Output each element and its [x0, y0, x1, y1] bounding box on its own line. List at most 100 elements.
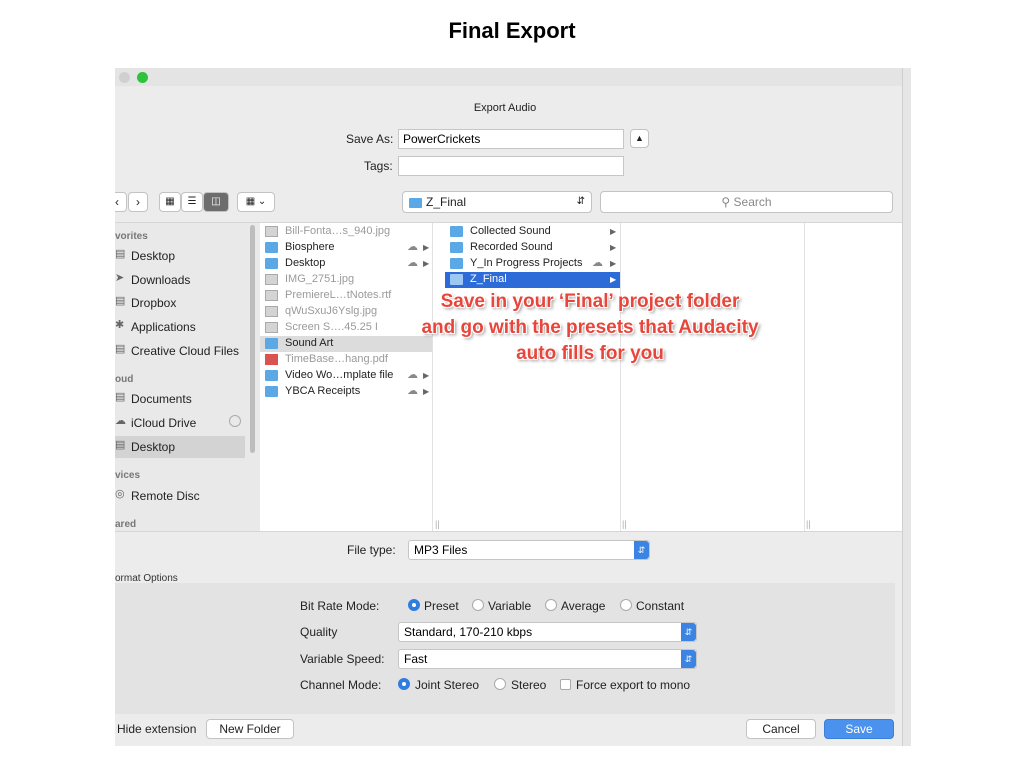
disclosure-arrow-icon: ▶ [423, 371, 430, 380]
progress-pie-icon [229, 415, 241, 427]
sidebar-item-label: iCloud Drive [131, 416, 197, 430]
location-label: Z_Final [426, 195, 467, 209]
hide-extension-toggle[interactable]: Hide extension [117, 722, 196, 736]
preset-radio[interactable] [408, 599, 420, 611]
file-name: TimeBase…hang.pdf [285, 353, 388, 365]
minimize-button[interactable] [119, 72, 130, 83]
window-titlebar [115, 68, 910, 86]
image-file-icon [265, 322, 278, 333]
file-name: Y_In Progress Projects [470, 257, 583, 269]
updown-chevron-icon: ⇵ [634, 541, 649, 559]
average-label: Average [561, 599, 606, 613]
file-type-select[interactable]: MP3 Files ⇵ [408, 540, 650, 560]
folder-icon [265, 338, 278, 349]
sidebar-item-dropbox[interactable]: ▤ Dropbox [115, 292, 245, 314]
file-name: PremiereL…tNotes.rtf [285, 289, 392, 301]
variable-speed-value: Fast [404, 652, 428, 666]
sidebar-item-label: Desktop [131, 440, 176, 454]
location-popup[interactable]: Z_Final ⇵ [402, 191, 592, 213]
stereo-label: Stereo [511, 678, 547, 692]
list-view-button[interactable]: ☰ [181, 192, 203, 212]
folder-icon [265, 370, 278, 381]
sidebar-item-label: Creative Cloud Files [131, 344, 240, 358]
dropbox-folder-icon: ▤ [115, 295, 126, 307]
column-resize-handle[interactable]: || [806, 519, 811, 529]
bottom-bar: Hide extension New Folder Cancel Save [115, 714, 910, 746]
document-icon [265, 290, 278, 301]
chevron-up-icon: ▲ [635, 133, 644, 143]
icon-view-button[interactable]: ▦ [159, 192, 181, 212]
favorites-header: vorites [115, 231, 148, 242]
disclosure-arrow-icon: ▶ [423, 259, 430, 268]
image-file-icon [265, 226, 278, 237]
column-resize-handle[interactable]: || [435, 519, 440, 529]
list-item[interactable]: Desktop ☁ ▶ [260, 256, 432, 272]
sidebar-item-downloads[interactable]: ➤ Downloads [115, 269, 245, 291]
list-item[interactable]: IMG_2751.jpg [260, 272, 432, 288]
new-folder-button[interactable]: New Folder [206, 719, 294, 739]
sidebar-item-applications[interactable]: ✱ Applications [115, 316, 245, 338]
save-as-input[interactable]: PowerCrickets [398, 129, 624, 149]
stereo-radio[interactable] [494, 678, 506, 690]
slide-title: Final Export [448, 18, 576, 43]
list-item[interactable]: Y_In Progress Projects ☁ ▶ [445, 256, 620, 272]
cloud-download-icon: ☁ [407, 241, 418, 253]
quality-label: Quality [300, 625, 338, 639]
save-button[interactable]: Save [824, 719, 894, 739]
sidebar-item-label: Documents [131, 392, 192, 406]
file-name: Sound Art [285, 337, 334, 349]
sidebar-item-label: Downloads [131, 273, 191, 287]
sidebar-item-remote-disc[interactable]: ◎ Remote Disc [115, 485, 245, 507]
joint-stereo-radio[interactable] [398, 678, 410, 690]
sidebar-item-desktop-cloud[interactable]: ▤ Desktop [115, 436, 245, 458]
list-item[interactable]: Biosphere ☁ ▶ [260, 240, 432, 256]
sidebar-item-documents[interactable]: ▤ Documents [115, 388, 245, 410]
collapse-toggle-button[interactable]: ▲ [630, 129, 649, 148]
list-item-selected[interactable]: Z_Final ▶ [445, 272, 620, 288]
back-button[interactable]: ‹ [115, 192, 127, 212]
column-resize-handle[interactable]: || [622, 519, 627, 529]
pdf-icon [265, 354, 278, 365]
search-icon: ⚲ [721, 195, 731, 209]
folder-icon: ▤ [115, 343, 126, 355]
forward-button[interactable]: › [128, 192, 148, 212]
force-mono-checkbox[interactable] [560, 679, 571, 690]
sidebar-item-creative-cloud[interactable]: ▤ Creative Cloud Files [115, 340, 245, 362]
search-field[interactable]: ⚲ Search [600, 191, 893, 213]
list-item[interactable]: Video Wo…mplate file ☁ ▶ [260, 368, 432, 384]
disclosure-arrow-icon: ▶ [610, 275, 617, 284]
zoom-button[interactable] [137, 72, 148, 83]
constant-radio[interactable] [620, 599, 632, 611]
sidebar-item-icloud-drive[interactable]: ☁ iCloud Drive [115, 412, 245, 434]
folder-icon [409, 197, 422, 208]
export-dialog: Export Audio Save As: PowerCrickets ▲ Ta… [115, 68, 910, 746]
folder-icon [450, 274, 463, 285]
variable-label: Variable [488, 599, 532, 613]
joint-stereo-label: Joint Stereo [415, 678, 480, 692]
sidebar-item-label: Desktop [131, 249, 176, 263]
file-name: Biosphere [285, 241, 335, 253]
disclosure-arrow-icon: ▶ [610, 259, 617, 268]
constant-label: Constant [636, 599, 685, 613]
arrange-button[interactable]: ▦ ⌄ [237, 192, 275, 212]
list-item[interactable]: Collected Sound ▶ [445, 224, 620, 240]
desktop-icon: ▤ [115, 439, 126, 451]
variable-radio[interactable] [472, 599, 484, 611]
sidebar: vorites ▤ Desktop ➤ Downloads ▤ Dropbox ✱ Ap… [115, 223, 260, 531]
quality-select[interactable]: Standard, 170-210 kbps ⇵ [398, 622, 697, 642]
column-3: || [632, 223, 811, 531]
list-item[interactable]: Recorded Sound ▶ [445, 240, 620, 256]
file-browser: vorites ▤ Desktop ➤ Downloads ▤ Dropbox ✱ Ap… [115, 222, 910, 532]
list-item[interactable]: YBCA Receipts ☁ ▶ [260, 384, 432, 400]
variable-speed-select[interactable]: Fast ⇵ [398, 649, 697, 669]
dialog-title: Export Audio [473, 102, 537, 114]
cancel-button[interactable]: Cancel [746, 719, 816, 739]
list-item[interactable]: Bill-Fonta…s_940.jpg [260, 224, 432, 240]
sidebar-item-desktop[interactable]: ▤ Desktop [115, 245, 245, 267]
sidebar-scrollbar[interactable] [250, 225, 255, 453]
applications-icon: ✱ [115, 319, 125, 331]
icloud-header: oud [115, 374, 134, 385]
average-radio[interactable] [545, 599, 557, 611]
column-view-button[interactable]: ◫ [203, 192, 229, 212]
tags-input[interactable] [398, 156, 624, 176]
